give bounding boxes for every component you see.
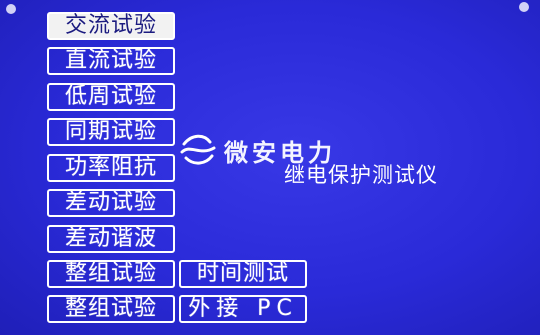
- menu-item-differential-test[interactable]: 差动试验: [47, 189, 175, 217]
- menu-item-low-frequency-test[interactable]: 低周试验: [47, 83, 175, 111]
- menu-item-external-pc[interactable]: 外接 PC: [179, 295, 307, 323]
- menu-item-differential-harmonic[interactable]: 差动谐波: [47, 225, 175, 253]
- corner-marker: [6, 4, 16, 14]
- product-title: 继电保护测试仪: [284, 163, 438, 187]
- menu-item-time-test[interactable]: 时间测试: [179, 260, 307, 288]
- menu-item-power-impedance[interactable]: 功率阻抗: [47, 154, 175, 182]
- menu-item-complete-set-test-2[interactable]: 整组试验: [47, 295, 175, 323]
- menu-item-complete-set-test[interactable]: 整组试验: [47, 260, 175, 288]
- corner-marker: [519, 2, 529, 12]
- wave-s-logo-icon: [180, 134, 216, 165]
- menu-item-dc-test[interactable]: 直流试验: [47, 47, 175, 75]
- menu-item-ac-test[interactable]: 交流试验: [47, 12, 175, 40]
- lcd-screen: 交流试验 直流试验 低周试验 同期试验 功率阻抗 差动试验 差动谐波 整组试验 …: [0, 0, 540, 335]
- menu-item-synchronization-test[interactable]: 同期试验: [47, 118, 175, 146]
